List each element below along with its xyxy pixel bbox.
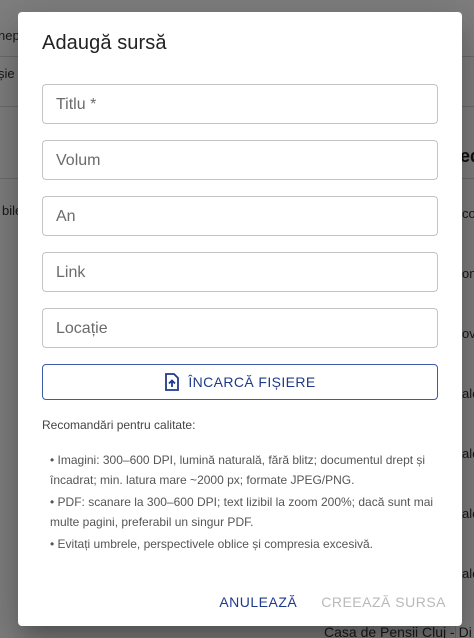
link-field[interactable]: Link — [42, 252, 438, 292]
recommendations-title: Recomandări pentru calitate: — [42, 418, 196, 432]
file-upload-icon — [164, 373, 180, 391]
create-source-button[interactable]: CREEAZĂ SURSA — [321, 594, 446, 610]
dialog-actions: ANULEAZĂ CREEAZĂ SURSA — [219, 594, 446, 610]
upload-files-label: ÎNCARCĂ FIȘIERE — [188, 374, 316, 390]
title-field[interactable]: Titlu * — [42, 84, 438, 124]
year-field-label: An — [56, 208, 76, 225]
location-field[interactable]: Locație — [42, 308, 438, 348]
volume-field-label: Volum — [56, 152, 101, 169]
link-field-label: Link — [56, 264, 86, 281]
year-field[interactable]: An — [42, 196, 438, 236]
cancel-button[interactable]: ANULEAZĂ — [219, 594, 297, 610]
add-source-dialog: Adaugă sursă Titlu * Volum An Link Locaț… — [18, 12, 462, 626]
volume-field[interactable]: Volum — [42, 140, 438, 180]
upload-files-button[interactable]: ÎNCARCĂ FIȘIERE — [42, 364, 438, 400]
dialog-title: Adaugă sursă — [42, 32, 167, 54]
location-field-label: Locație — [56, 320, 108, 337]
recommendation-item: • Imagini: 300–600 DPI, lumină naturală,… — [50, 453, 426, 487]
recommendation-item: • Evitați umbrele, perspectivele oblice … — [50, 537, 374, 551]
title-field-label: Titlu * — [56, 96, 97, 113]
recommendation-item: • PDF: scanare la 300–600 DPI; text lizi… — [50, 495, 434, 529]
required-mark: * — [85, 96, 97, 113]
recommendations-list: • Imagini: 300–600 DPI, lumină naturală,… — [42, 450, 438, 556]
